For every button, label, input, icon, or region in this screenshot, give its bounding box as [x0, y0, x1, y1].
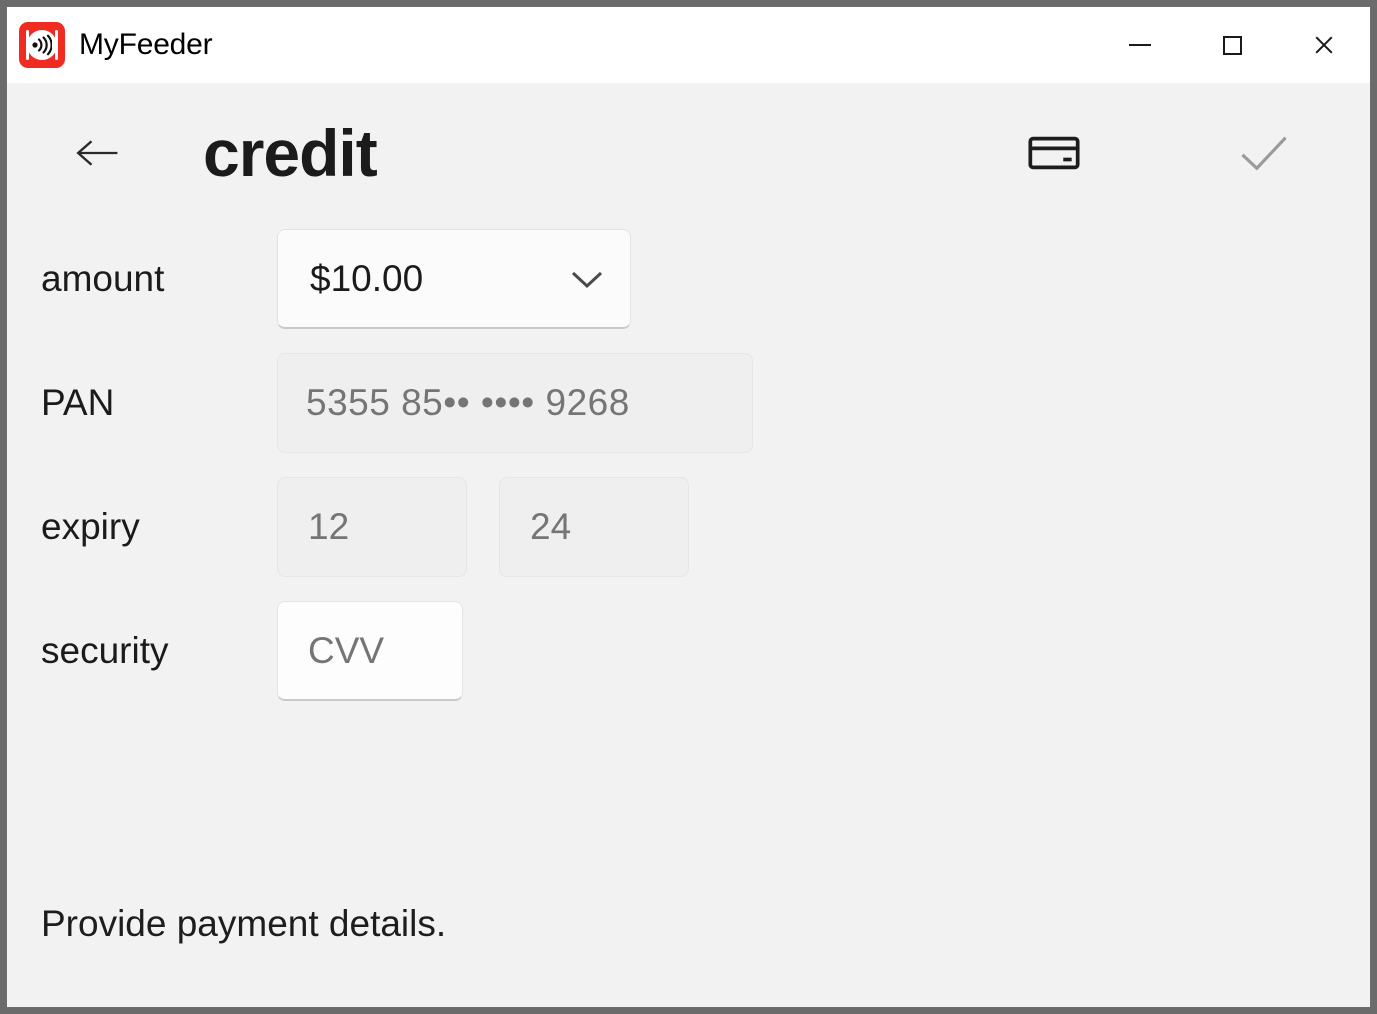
credit-card-icon	[1028, 136, 1080, 170]
confirm-button[interactable]	[1232, 121, 1296, 185]
app-window: MyFeeder credit amount $10.00 PAN 5355 8…	[6, 6, 1371, 1008]
amount-dropdown[interactable]: $10.00	[277, 229, 631, 329]
minimize-button[interactable]	[1094, 7, 1186, 83]
security-control-group	[277, 601, 463, 701]
header-actions	[1022, 121, 1336, 185]
page-title: credit	[203, 116, 378, 190]
close-icon	[1313, 34, 1335, 56]
confirm-check-icon	[1241, 136, 1287, 171]
app-title: MyFeeder	[79, 28, 213, 61]
minimize-icon	[1129, 44, 1151, 46]
chevron-down-icon	[571, 271, 603, 288]
form-row-security: security	[41, 589, 1370, 713]
pan-input[interactable]	[277, 353, 753, 453]
security-label: security	[41, 630, 169, 671]
pan-control-group	[277, 353, 753, 453]
amount-control-group: $10.00	[277, 229, 631, 329]
page-header: credit	[7, 83, 1370, 195]
close-button[interactable]	[1278, 7, 1370, 83]
pan-label: PAN	[41, 382, 115, 423]
amount-value: $10.00	[310, 257, 424, 299]
expiry-month-input[interactable]	[277, 477, 467, 577]
status-text: Provide payment details.	[41, 903, 447, 944]
content-area: credit amount $10.00 PAN 5355 85•• •••• …	[7, 83, 1370, 1007]
signal-waves-icon	[32, 34, 52, 56]
status-bar: Provide payment details.	[41, 903, 446, 945]
form-row-pan: PAN	[41, 341, 1370, 465]
expiry-label: expiry	[41, 506, 140, 547]
back-button[interactable]	[69, 125, 125, 181]
myfeeder-logo-icon	[19, 22, 65, 68]
maximize-icon	[1222, 35, 1242, 55]
maximize-button[interactable]	[1186, 7, 1278, 83]
title-bar[interactable]: MyFeeder	[7, 7, 1370, 83]
form-row-expiry: expiry	[41, 465, 1370, 589]
amount-label: amount	[41, 258, 165, 299]
window-controls	[1094, 7, 1370, 83]
form-row-amount: amount $10.00	[41, 217, 1370, 341]
expiry-control-group	[277, 477, 689, 577]
cvv-input[interactable]	[277, 601, 463, 701]
credit-card-button[interactable]	[1022, 121, 1086, 185]
arrow-left-icon	[76, 140, 118, 166]
expiry-year-input[interactable]	[499, 477, 689, 577]
payment-form: amount $10.00 PAN expiry	[7, 195, 1370, 713]
